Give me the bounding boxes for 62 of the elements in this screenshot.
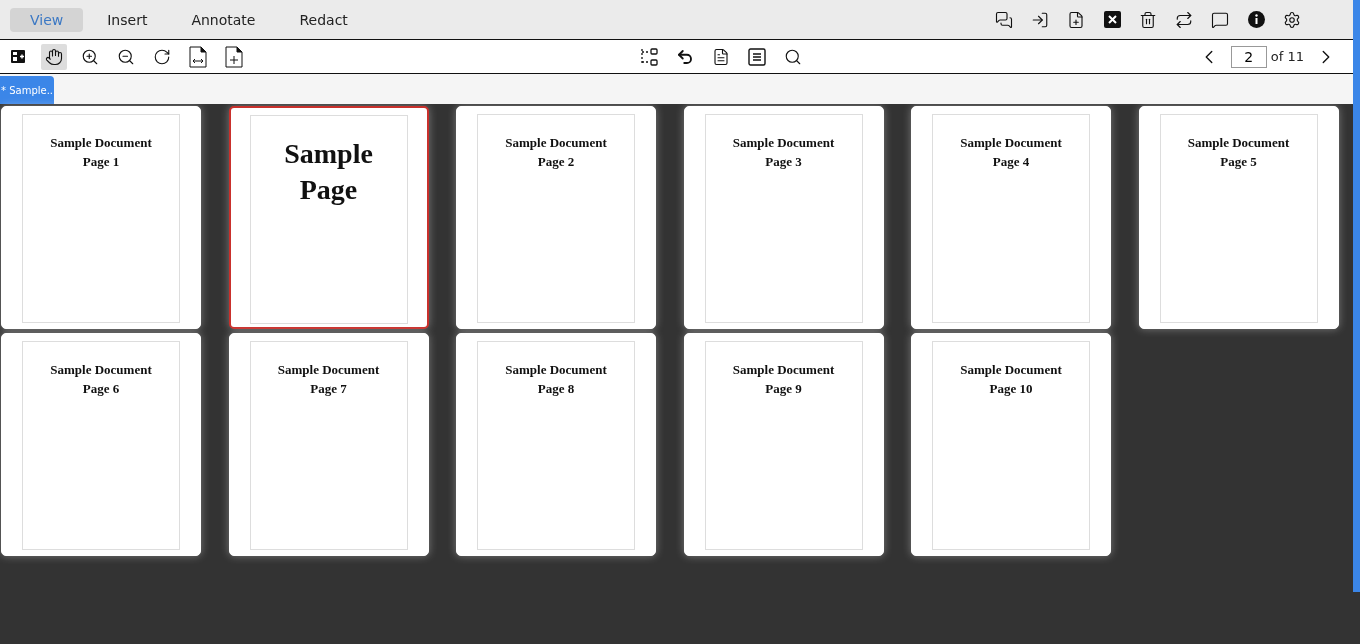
page-heading: Sample Document bbox=[50, 134, 152, 152]
page-thumbnail[interactable]: Sample Document Page 2 bbox=[456, 106, 656, 329]
menu-tab[interactable]: Annotate bbox=[171, 7, 276, 32]
page-heading: Page 4 bbox=[992, 153, 1030, 171]
zoom-out-icon bbox=[117, 47, 135, 66]
page-heading: Sample Document bbox=[277, 361, 380, 379]
rotate-icon bbox=[153, 47, 171, 66]
page-heading: Sample Document bbox=[505, 361, 607, 379]
page-heading: Page 8 bbox=[537, 380, 575, 398]
menu-tab[interactable]: Redact bbox=[279, 7, 368, 32]
delete-icon bbox=[1139, 10, 1157, 29]
comment-icon bbox=[1211, 10, 1229, 29]
page-heading: Page 9 bbox=[765, 380, 802, 398]
swap-icon bbox=[1175, 10, 1193, 29]
text-lines-icon bbox=[748, 47, 767, 66]
search-icon bbox=[784, 47, 803, 66]
fit-width-icon bbox=[189, 45, 207, 68]
document-icon bbox=[712, 47, 731, 66]
page-heading: Page 3 bbox=[765, 153, 802, 171]
page-heading: Page bbox=[299, 173, 358, 207]
document-tab[interactable]: * Sample.. bbox=[0, 76, 54, 104]
page-heading: Sample Document bbox=[505, 134, 607, 152]
page-thumbnail[interactable]: Sample Document Page 9 bbox=[683, 333, 884, 556]
zoom-in-icon bbox=[81, 47, 99, 66]
page-thumbnail[interactable]: Sample Document Page 7 bbox=[228, 333, 429, 556]
page-thumbnail[interactable]: Sample Document Page 10 bbox=[911, 333, 1111, 556]
page-heading: Sample Document bbox=[732, 134, 835, 152]
page-heading: Page 2 bbox=[537, 153, 575, 171]
selection-icon bbox=[640, 47, 659, 66]
sidebar-icon bbox=[11, 50, 25, 63]
page-thumbnail[interactable]: Sample Document Page 6 bbox=[1, 333, 201, 556]
menu-tab[interactable]: Insert bbox=[87, 7, 168, 32]
fit-page-icon bbox=[225, 45, 243, 68]
page-heading: Page 5 bbox=[1220, 153, 1257, 171]
undo-icon bbox=[676, 47, 695, 66]
page-heading: Sample Document bbox=[1187, 134, 1290, 152]
tool-button[interactable] bbox=[41, 43, 67, 70]
page-thumbnail[interactable]: Sample Page bbox=[228, 106, 429, 329]
page-thumbnail[interactable]: Sample Document Page 1 bbox=[1, 106, 201, 329]
settings-icon bbox=[1283, 10, 1301, 29]
page-heading: Sample Document bbox=[960, 361, 1062, 379]
hand-icon bbox=[45, 47, 63, 66]
info-icon bbox=[1247, 11, 1265, 28]
page-count: of 11 bbox=[1270, 49, 1304, 64]
page-number-field[interactable]: 2 bbox=[1230, 45, 1267, 68]
page-heading: Page 1 bbox=[82, 153, 120, 171]
add-page-icon bbox=[1067, 10, 1085, 29]
page-thumbnail[interactable]: Sample Document Page 5 bbox=[1138, 106, 1339, 329]
page-heading: Sample Document bbox=[960, 134, 1062, 152]
import-icon bbox=[1031, 10, 1049, 29]
comments-icon bbox=[995, 10, 1013, 29]
page-thumbnail[interactable]: Sample Document Page 3 bbox=[683, 106, 884, 329]
page-heading: Page 7 bbox=[310, 380, 347, 398]
page-heading: Sample Document bbox=[50, 361, 152, 379]
scrollbar[interactable] bbox=[1353, 0, 1360, 592]
page-heading: Page 10 bbox=[989, 380, 1033, 398]
page-thumbnail[interactable]: Sample Document Page 4 bbox=[911, 106, 1111, 329]
close-icon bbox=[1103, 11, 1121, 28]
page-thumbnail[interactable]: Sample Document Page 8 bbox=[456, 333, 656, 556]
page-heading: Sample bbox=[284, 137, 373, 171]
page-heading: Page 6 bbox=[82, 380, 120, 398]
page-heading: Sample Document bbox=[732, 361, 835, 379]
